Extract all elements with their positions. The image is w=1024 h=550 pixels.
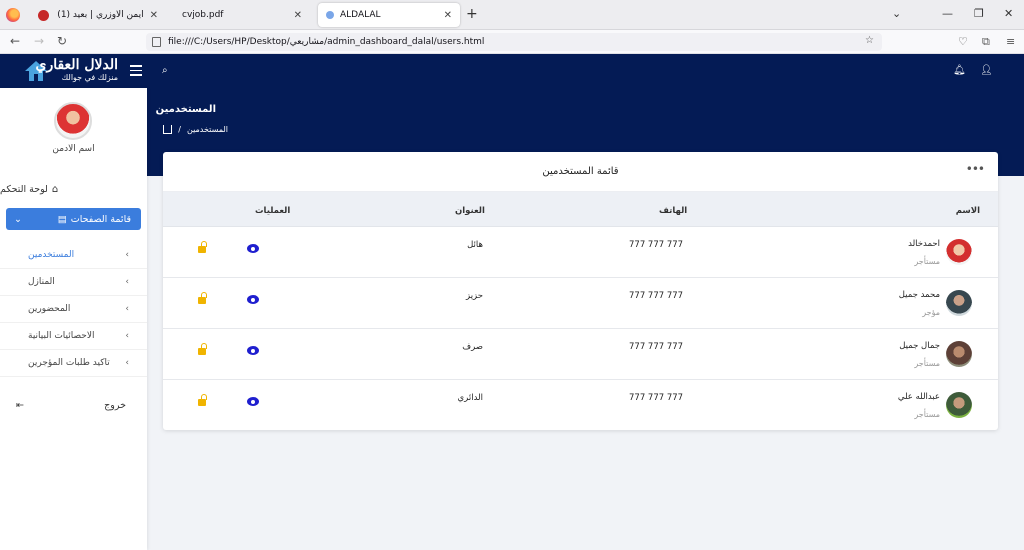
window-close-icon[interactable]: ✕ — [1004, 7, 1013, 20]
chevron-left-icon: ‹ — [125, 304, 129, 314]
search-icon[interactable]: ⌕ — [162, 65, 168, 76]
minimize-icon[interactable]: — — [942, 7, 953, 20]
forward-icon[interactable]: → — [34, 34, 44, 48]
admin-avatar — [54, 102, 92, 140]
user-avatar — [946, 239, 972, 265]
view-eye-icon[interactable] — [247, 244, 259, 253]
unlock-icon[interactable] — [198, 241, 208, 254]
table-row: احمدخالد مستأجر 777 777 777 هائل — [163, 227, 998, 278]
extensions-icon[interactable]: ⧉ — [982, 35, 990, 49]
logout-icon: ⇤ — [16, 400, 24, 411]
breadcrumb: المستخدمين / — [163, 125, 228, 134]
top-navbar: الدلال العقاري منزلك في جوالك ⌕ 🔔︎ 👤︎ — [0, 54, 1024, 88]
sidebar-item-blocked[interactable]: المحضورين ‹ — [0, 296, 147, 323]
reload-icon[interactable]: ↻ — [57, 34, 67, 48]
app: الدلال العقاري منزلك في جوالك ⌕ 🔔︎ 👤︎ ال… — [0, 54, 1024, 550]
breadcrumb-separator: / — [178, 125, 181, 134]
chevron-left-icon: ‹ — [125, 250, 129, 260]
view-eye-icon[interactable] — [247, 397, 259, 406]
sidebar-item-houses[interactable]: المنازل ‹ — [0, 269, 147, 296]
close-tab-icon[interactable]: ✕ — [444, 10, 452, 21]
close-tab-icon[interactable]: ✕ — [150, 10, 158, 21]
user-avatar — [946, 341, 972, 367]
chevron-left-icon: ‹ — [125, 277, 129, 287]
table-header: الاسم الهاتف العنوان العمليات — [163, 192, 998, 227]
bookmark-star-icon[interactable]: ☆ — [865, 35, 874, 46]
layout-icon: ▤ — [57, 213, 67, 225]
table-row: محمد جميل مؤجر 777 777 777 حزيز — [163, 278, 998, 329]
user-avatar — [946, 392, 972, 418]
view-eye-icon[interactable] — [247, 346, 259, 355]
user-avatar — [946, 290, 972, 316]
tab-favicon-icon — [38, 9, 49, 21]
new-tab-icon[interactable]: + — [466, 6, 478, 22]
browser-tab-2[interactable]: cvjob.pdf ✕ — [174, 3, 310, 27]
unlock-icon[interactable] — [198, 292, 208, 305]
pages-submenu: المستخدمين ‹ المنازل ‹ المحضورين ‹ الاحص… — [0, 242, 147, 377]
notification-bell-icon[interactable]: 🔔︎ — [953, 65, 966, 76]
sidebar-item-landlord-requests[interactable]: تاكيد طلبات المؤجرين ‹ — [0, 350, 147, 377]
menu-toggle-icon[interactable] — [130, 65, 142, 79]
browser-tab-1[interactable]: أيمن الاوزري | بعيد (1) ✕ — [30, 3, 166, 27]
sidebar-item-dashboard[interactable]: ⌂ لوحة التحكم — [0, 184, 147, 195]
unlock-icon[interactable] — [198, 343, 208, 356]
url-bar[interactable]: file:///C:/Users/HP/Desktop/مشاريعي/admi… — [146, 33, 882, 51]
list-tabs-icon[interactable]: ⌄ — [892, 7, 901, 20]
card-title: قائمة المستخدمين — [542, 166, 619, 177]
breadcrumb-current: المستخدمين — [187, 125, 228, 134]
page-icon — [152, 37, 161, 47]
back-icon[interactable]: ← — [10, 34, 20, 48]
home-icon: ⌂ — [51, 184, 59, 195]
logout-button[interactable]: ⇤ خروج — [16, 400, 126, 411]
pocket-icon[interactable]: ♡ — [958, 35, 968, 48]
column-header-phone: الهاتف — [659, 206, 688, 216]
table-row: جمال جميل مستأجر 777 777 777 صرف — [163, 329, 998, 380]
home-icon[interactable] — [163, 125, 173, 134]
chevron-left-icon: ‹ — [125, 331, 129, 341]
tab-favicon-icon — [326, 11, 334, 19]
browser-tab-3[interactable]: ALDALAL ✕ — [318, 3, 460, 27]
menu-icon[interactable]: ≡ — [1006, 35, 1015, 48]
close-tab-icon[interactable]: ✕ — [294, 10, 302, 21]
column-header-address: العنوان — [455, 206, 485, 216]
users-card: قائمة المستخدمين ••• الاسم الهاتف العنوا… — [163, 152, 998, 430]
sidebar-item-statistics[interactable]: الاحصائيات البيانية ‹ — [0, 323, 147, 350]
sidebar: اسم الادمن ⌂ لوحة التحكم ⌄ ▤ قائمة الصفح… — [0, 88, 147, 550]
admin-name: اسم الادمن — [52, 144, 95, 154]
column-header-name: الاسم — [955, 206, 980, 216]
view-eye-icon[interactable] — [247, 295, 259, 304]
sidebar-item-users[interactable]: المستخدمين ‹ — [0, 242, 147, 269]
pages-menu-button[interactable]: ⌄ ▤ قائمة الصفحات — [6, 208, 141, 230]
user-icon[interactable]: 👤︎ — [980, 65, 993, 76]
column-header-actions: العمليات — [255, 206, 291, 216]
browser-tab-bar: أيمن الاوزري | بعيد (1) ✕ cvjob.pdf ✕ AL… — [0, 0, 1024, 30]
card-header: قائمة المستخدمين ••• — [163, 152, 998, 192]
more-options-icon[interactable]: ••• — [966, 162, 985, 176]
firefox-icon[interactable] — [6, 8, 20, 22]
table-row: عبدالله علي مستأجر 777 777 777 الدائري — [163, 380, 998, 431]
chevron-left-icon: ‹ — [125, 358, 129, 368]
unlock-icon[interactable] — [198, 394, 208, 407]
page-title: المستخدمين — [155, 104, 216, 115]
browser-nav-bar: ← → ↻ file:///C:/Users/HP/Desktop/مشاريع… — [0, 30, 1024, 54]
restore-icon[interactable]: ❐ — [974, 7, 984, 20]
brand-logo[interactable]: الدلال العقاري منزلك في جوالك — [24, 56, 124, 86]
chevron-down-icon: ⌄ — [14, 213, 22, 225]
